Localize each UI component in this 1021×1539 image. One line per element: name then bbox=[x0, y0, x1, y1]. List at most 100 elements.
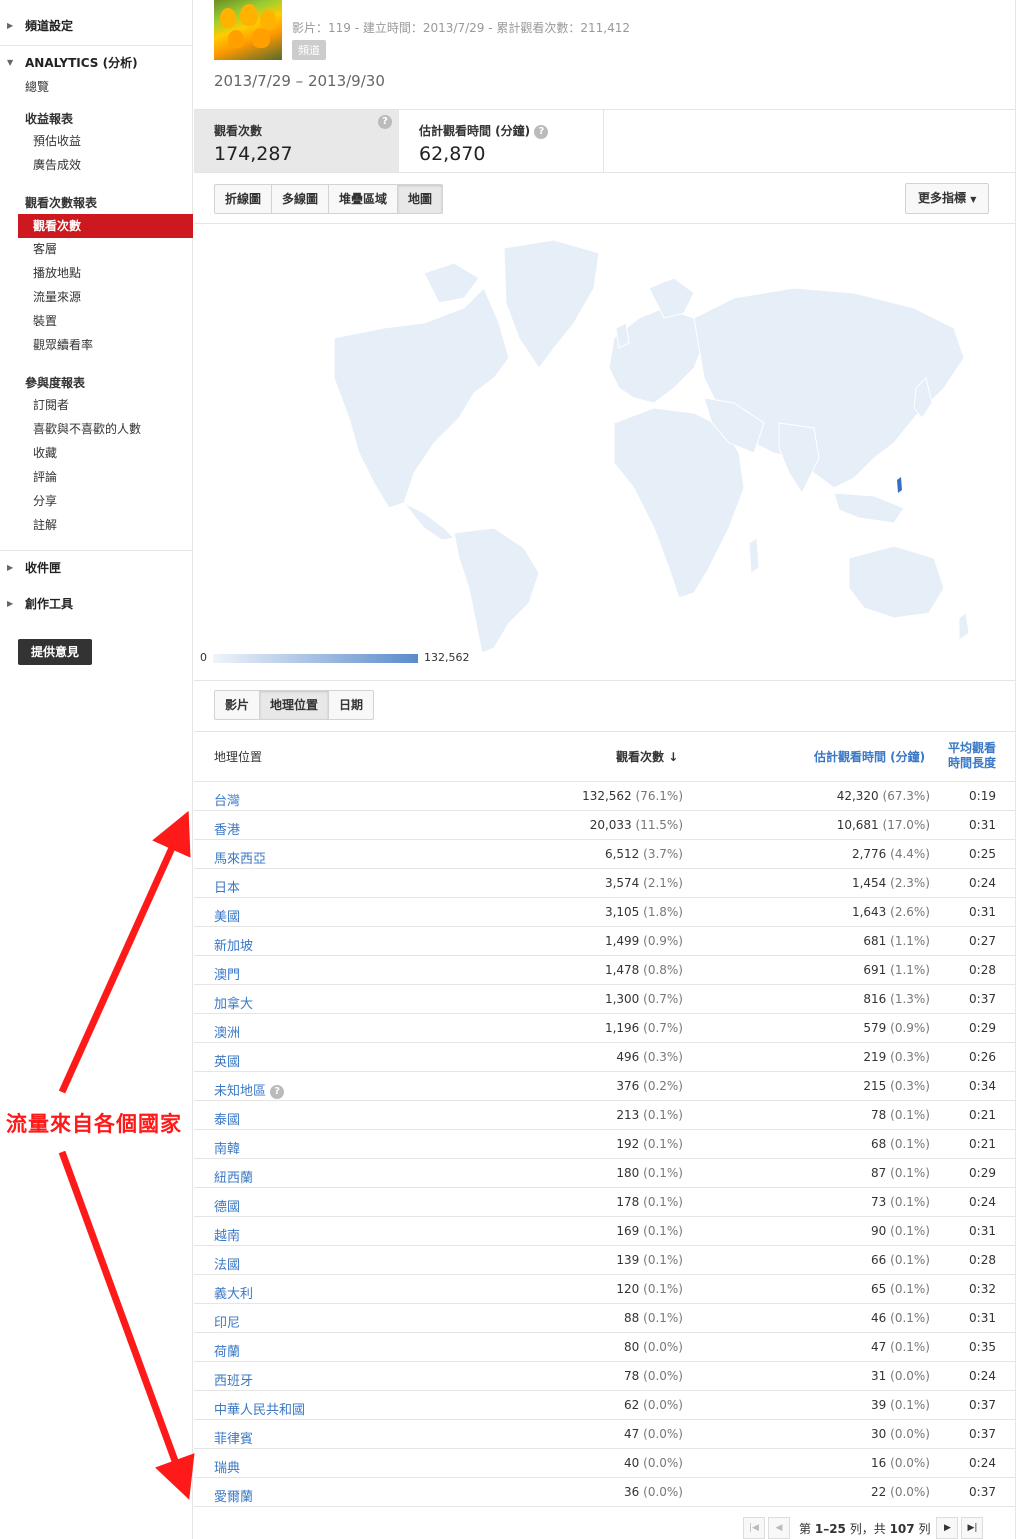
row-country-link[interactable]: 愛爾蘭 bbox=[214, 1486, 253, 1505]
views-percent: (0.3%) bbox=[643, 1050, 683, 1064]
column-header-watch-time[interactable]: 估計觀看時間 (分鐘) bbox=[814, 748, 925, 765]
sidebar-item-overview[interactable]: 總覽 bbox=[25, 76, 49, 98]
row-country-name: 德國 bbox=[214, 1200, 241, 1215]
row-country-link[interactable]: 馬來西亞 bbox=[214, 848, 266, 867]
row-country-link[interactable]: 義大利 bbox=[214, 1283, 253, 1302]
row-country-link[interactable]: 菲律賓 bbox=[214, 1428, 253, 1447]
row-views: 180 (0.1%) bbox=[616, 1166, 683, 1180]
help-icon[interactable]: ? bbox=[378, 115, 392, 129]
row-country-link[interactable]: 中華人民共和國 bbox=[214, 1399, 305, 1418]
views-percent: (0.1%) bbox=[643, 1311, 683, 1325]
more-metrics-button[interactable]: 更多指標 ▼ bbox=[905, 183, 990, 214]
watch-percent: (2.6%) bbox=[890, 905, 930, 919]
row-country-link[interactable]: 英國 bbox=[214, 1051, 240, 1070]
table-row: 香港 20,033 (11.5%) 10,681 (17.0%) 0:31 bbox=[194, 811, 1016, 840]
sidebar-heading-revenue[interactable]: 收益報表 bbox=[25, 110, 73, 127]
watch-value: 681 bbox=[863, 934, 887, 948]
row-country-link[interactable]: 西班牙 bbox=[214, 1370, 253, 1389]
watch-value: 215 bbox=[863, 1079, 887, 1093]
row-country-link[interactable]: 未知地區 ? bbox=[214, 1080, 285, 1099]
row-country-link[interactable]: 香港 bbox=[214, 819, 240, 838]
map-region-north-america bbox=[333, 287, 510, 509]
watch-percent: (0.0%) bbox=[890, 1456, 930, 1470]
world-map[interactable] bbox=[254, 228, 974, 658]
views-percent: (0.1%) bbox=[643, 1166, 683, 1180]
row-views: 80 (0.0%) bbox=[624, 1340, 683, 1354]
column-header-views[interactable]: 觀看次數 ↓ bbox=[616, 748, 678, 765]
prev-page-icon[interactable]: ◀ bbox=[768, 1517, 790, 1539]
row-country-link[interactable]: 美國 bbox=[214, 906, 240, 925]
sidebar-item-creation-tools[interactable]: ▶ 創作工具 bbox=[0, 594, 73, 614]
map-region-south-america bbox=[453, 527, 540, 654]
watch-value: 66 bbox=[871, 1253, 887, 1267]
row-avg-duration: 0:37 bbox=[969, 992, 996, 1006]
row-country-link[interactable]: 澳門 bbox=[214, 964, 240, 983]
sidebar-item-analytics[interactable]: ▼ ANALYTICS (分析) bbox=[0, 53, 138, 73]
row-country-link[interactable]: 南韓 bbox=[214, 1138, 240, 1157]
last-page-icon[interactable]: ▶| bbox=[961, 1517, 984, 1539]
next-page-icon[interactable]: ▶ bbox=[936, 1517, 959, 1539]
sidebar-item-likes-dislikes[interactable]: 喜歡與不喜歡的人數 bbox=[33, 418, 141, 440]
row-country-link[interactable]: 澳洲 bbox=[214, 1022, 240, 1041]
dropdown-arrow-icon: ▼ bbox=[970, 195, 977, 204]
tab-video[interactable]: 影片 bbox=[214, 690, 261, 720]
sidebar-item-audience-retention[interactable]: 觀眾續看率 bbox=[33, 334, 93, 356]
metric-watch-time[interactable]: 估計觀看時間 (分鐘) ? 62,870 bbox=[399, 110, 604, 172]
sidebar-heading-engagement[interactable]: 參與度報表 bbox=[25, 374, 85, 391]
sidebar-item-traffic-sources[interactable]: 流量來源 bbox=[33, 286, 81, 308]
sidebar-item-sharing[interactable]: 分享 bbox=[33, 490, 57, 512]
tab-geography[interactable]: 地理位置 bbox=[259, 690, 330, 720]
row-views: 3,574 (2.1%) bbox=[605, 876, 683, 890]
main-content: 影片：119 - 建立時間：2013/7/29 - 累計觀看次數：211,412… bbox=[194, 0, 1016, 1539]
tab-multiline-chart[interactable]: 多線圖 bbox=[271, 184, 330, 214]
help-icon[interactable]: ? bbox=[270, 1084, 285, 1099]
sidebar-item-playback-locations[interactable]: 播放地點 bbox=[33, 262, 81, 284]
row-views: 1,499 (0.9%) bbox=[605, 934, 683, 948]
row-country-link[interactable]: 紐西蘭 bbox=[214, 1167, 253, 1186]
tab-date[interactable]: 日期 bbox=[328, 690, 375, 720]
help-icon[interactable]: ? bbox=[534, 124, 549, 139]
row-country-name: 南韓 bbox=[214, 1142, 241, 1157]
sidebar-item-inbox[interactable]: ▶ 收件匣 bbox=[0, 558, 61, 578]
sidebar-item-estimated-revenue[interactable]: 預估收益 bbox=[33, 130, 81, 152]
column-header-avg-duration[interactable]: 平均觀看 時間長度 bbox=[942, 741, 996, 771]
date-range[interactable]: 2013/7/29 – 2013/9/30 bbox=[214, 72, 385, 90]
sidebar-item-label: 創作工具 bbox=[25, 597, 74, 611]
sidebar-item-channel-settings[interactable]: ▶ 頻道設定 bbox=[0, 16, 73, 36]
row-country-name: 新加坡 bbox=[214, 939, 254, 954]
watch-value: 87 bbox=[871, 1166, 887, 1180]
views-percent: (0.1%) bbox=[643, 1137, 683, 1151]
page-status: 第 1–25 列，共 107 列 bbox=[799, 1520, 930, 1537]
watch-value: 31 bbox=[871, 1369, 887, 1383]
tab-stacked-area[interactable]: 堆疊區域 bbox=[328, 184, 399, 214]
sidebar-item-devices[interactable]: 裝置 bbox=[33, 310, 57, 332]
feedback-button[interactable]: 提供意見 bbox=[18, 639, 92, 665]
row-country-link[interactable]: 加拿大 bbox=[214, 993, 253, 1012]
sidebar-item-favorites[interactable]: 收藏 bbox=[33, 442, 57, 464]
row-country-link[interactable]: 越南 bbox=[214, 1225, 240, 1244]
column-header-geography[interactable]: 地理位置 bbox=[214, 748, 262, 765]
row-country-link[interactable]: 印尼 bbox=[214, 1312, 240, 1331]
row-country-link[interactable]: 法國 bbox=[214, 1254, 240, 1273]
row-country-link[interactable]: 荷蘭 bbox=[214, 1341, 240, 1360]
metric-views[interactable]: 觀看次數 174,287 ? bbox=[194, 110, 399, 172]
row-country-link[interactable]: 泰國 bbox=[214, 1109, 240, 1128]
sidebar-item-views[interactable]: 觀看次數 bbox=[18, 214, 193, 238]
row-country-name: 未知地區 bbox=[214, 1084, 267, 1099]
row-country-link[interactable]: 新加坡 bbox=[214, 935, 253, 954]
sidebar-item-subscribers[interactable]: 訂閱者 bbox=[33, 394, 69, 416]
sidebar-item-demographics[interactable]: 客層 bbox=[33, 238, 57, 260]
row-country-link[interactable]: 日本 bbox=[214, 877, 240, 896]
tab-line-chart[interactable]: 折線圖 bbox=[214, 184, 273, 214]
first-page-icon[interactable]: |◀ bbox=[743, 1517, 765, 1539]
sidebar-item-annotations[interactable]: 註解 bbox=[33, 514, 57, 536]
row-country-link[interactable]: 台灣 bbox=[214, 790, 240, 809]
sidebar-heading-views[interactable]: 觀看次數報表 bbox=[25, 194, 97, 211]
tab-map[interactable]: 地圖 bbox=[397, 184, 444, 214]
row-country-link[interactable]: 瑞典 bbox=[214, 1457, 240, 1476]
row-country-link[interactable]: 德國 bbox=[214, 1196, 240, 1215]
sidebar-item-comments[interactable]: 評論 bbox=[33, 466, 57, 488]
row-avg-duration: 0:37 bbox=[969, 1427, 996, 1441]
views-percent: (0.1%) bbox=[643, 1108, 683, 1122]
sidebar-item-ad-performance[interactable]: 廣告成效 bbox=[33, 154, 81, 176]
